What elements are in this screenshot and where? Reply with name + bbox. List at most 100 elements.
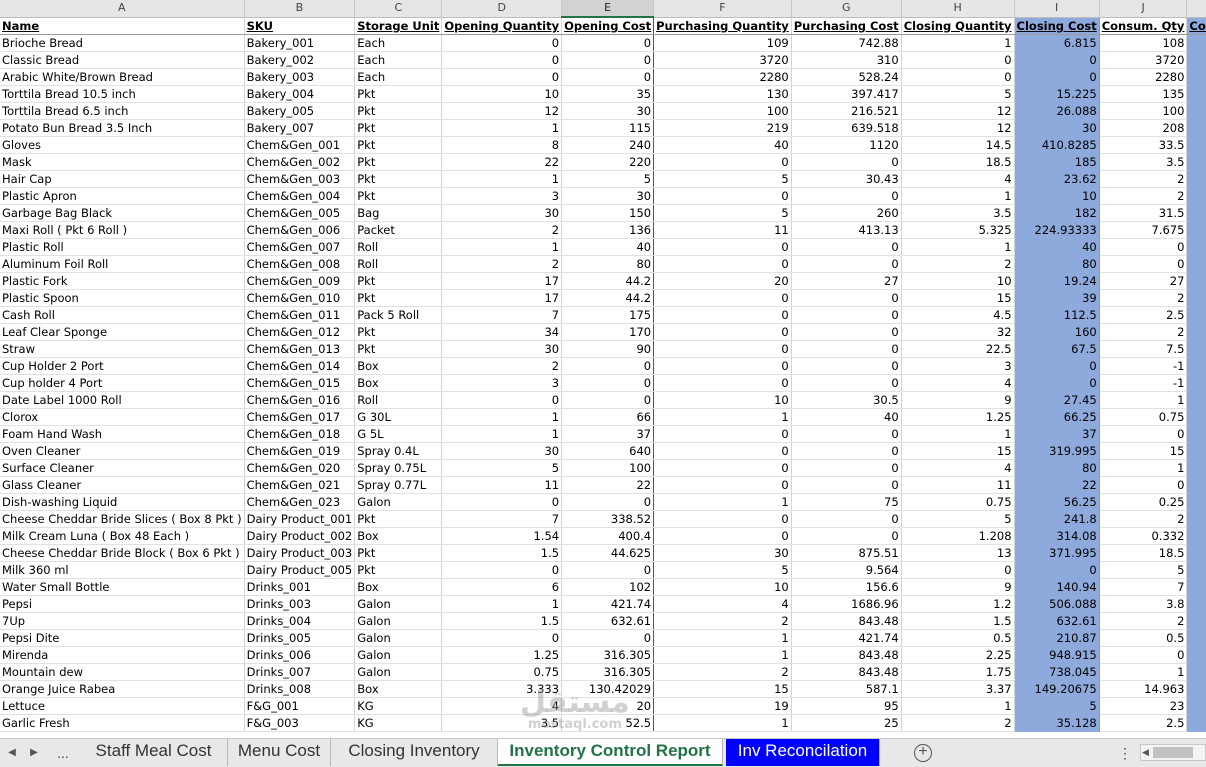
cell[interactable]: 1.2 — [901, 595, 1015, 613]
cell[interactable]: 40 — [561, 238, 655, 256]
cell[interactable]: 1.5 — [901, 612, 1015, 630]
cell[interactable]: 3720 — [1099, 51, 1188, 69]
cell[interactable]: 3.05 — [1186, 391, 1206, 409]
cell[interactable]: Chem&Gen_009 — [244, 272, 356, 290]
header-cell[interactable]: Opening Cost — [561, 17, 655, 35]
cell[interactable]: 1 — [1099, 391, 1188, 409]
cell[interactable]: Milk Cream Luna ( Box 48 Each ) — [0, 527, 245, 545]
cell[interactable]: 0 — [653, 187, 792, 205]
cell[interactable]: 0 — [653, 357, 792, 375]
cell[interactable]: 56.25 — [1014, 493, 1100, 511]
cell[interactable]: Mountain dew — [0, 663, 245, 681]
cell[interactable]: Dish-washing Liquid — [0, 493, 245, 511]
cell[interactable]: 20 — [653, 272, 792, 290]
cell[interactable]: Bakery_003 — [244, 68, 356, 86]
cell[interactable]: 1 — [441, 119, 563, 137]
cell[interactable]: Chem&Gen_010 — [244, 289, 356, 307]
scroll-left-icon[interactable]: ◀ — [2, 739, 22, 767]
cell[interactable]: Plastic Roll — [0, 238, 245, 256]
cell[interactable]: F&G_001 — [244, 697, 356, 715]
cell[interactable]: 1.5 — [441, 612, 563, 630]
cell[interactable]: 5.325 — [901, 221, 1015, 239]
cell[interactable]: 0.75 — [441, 663, 563, 681]
cell[interactable]: 397.417 — [791, 85, 902, 103]
cell[interactable]: Spray 0.77L — [354, 476, 443, 494]
cell[interactable]: 4 — [901, 459, 1015, 477]
tab-inventory-control-report[interactable]: Inventory Control Report — [498, 739, 723, 766]
cell[interactable]: Chem&Gen_006 — [244, 221, 356, 239]
cell[interactable]: 0 — [791, 357, 902, 375]
cell[interactable]: Torttila Bread 10.5 inch — [0, 85, 245, 103]
cell[interactable]: KG — [354, 714, 443, 732]
cell[interactable]: 20 — [561, 697, 655, 715]
cell[interactable]: 30.43 — [791, 170, 902, 188]
cell[interactable]: 2 — [901, 255, 1015, 273]
cell[interactable]: 2 — [1099, 187, 1188, 205]
cell[interactable]: 528.24 — [1186, 68, 1206, 86]
cell[interactable]: Bakery_005 — [244, 102, 356, 120]
cell[interactable]: 0 — [561, 391, 655, 409]
cell[interactable]: 220.433 — [1186, 102, 1206, 120]
cell[interactable]: 66.25 — [1014, 408, 1100, 426]
cell[interactable]: Chem&Gen_004 — [244, 187, 356, 205]
cell[interactable]: -1 — [1099, 357, 1188, 375]
cell[interactable]: 1.208 — [901, 527, 1015, 545]
column-header-b[interactable]: B — [244, 0, 356, 18]
cell[interactable]: 5 — [653, 561, 792, 579]
cell[interactable]: 3 — [901, 357, 1015, 375]
cell[interactable]: Galon — [354, 629, 443, 647]
cell[interactable]: 0 — [791, 255, 902, 273]
cell[interactable]: 0 — [561, 68, 655, 86]
cell[interactable]: 0 — [1099, 476, 1188, 494]
cell[interactable]: 31.5 — [1099, 204, 1188, 222]
cell[interactable]: 0 — [791, 510, 902, 528]
cell[interactable]: Cup holder 4 Port — [0, 374, 245, 392]
cell[interactable]: 35 — [1186, 153, 1206, 171]
cell[interactable]: 22.5 — [1186, 340, 1206, 358]
plus-circle-icon[interactable]: + — [914, 744, 932, 762]
cell[interactable]: Foam Hand Wash — [0, 425, 245, 443]
cell[interactable]: 0 — [561, 374, 655, 392]
cell[interactable]: 15 — [1099, 442, 1188, 460]
cell[interactable]: 5 — [1099, 561, 1188, 579]
cell[interactable]: 0.75 — [1099, 408, 1188, 426]
cell[interactable]: 0 — [791, 238, 902, 256]
cell[interactable]: 30 — [561, 187, 655, 205]
cell[interactable]: 219 — [653, 119, 792, 137]
cell[interactable]: Lettuce — [0, 697, 245, 715]
cell[interactable]: 3 — [441, 374, 563, 392]
cell[interactable]: 135 — [1099, 85, 1188, 103]
cell[interactable]: 2280 — [653, 68, 792, 86]
cell[interactable]: 421.74 — [561, 595, 655, 613]
cell[interactable]: Packet — [354, 221, 443, 239]
cell[interactable]: 26.088 — [1014, 102, 1100, 120]
cell[interactable]: 0 — [653, 340, 792, 358]
cell[interactable]: 12 — [901, 102, 1015, 120]
cell[interactable]: Box — [354, 374, 443, 392]
cell[interactable]: 410.8285 — [1014, 136, 1100, 154]
cell[interactable]: 0 — [441, 68, 563, 86]
cell[interactable]: Bag — [354, 204, 443, 222]
cell[interactable]: 0.5 — [1099, 629, 1188, 647]
cell[interactable]: Each — [354, 51, 443, 69]
cell[interactable]: 0 — [561, 561, 655, 579]
cell[interactable]: 1 — [653, 408, 792, 426]
cell[interactable]: 0 — [441, 493, 563, 511]
cell[interactable]: 15 — [901, 289, 1015, 307]
cell[interactable]: 37 — [561, 425, 655, 443]
cell[interactable]: 0 — [1186, 476, 1206, 494]
cell[interactable]: 5.2 — [1186, 289, 1206, 307]
cell[interactable]: 632.61 — [561, 612, 655, 630]
cell[interactable]: 640 — [561, 442, 655, 460]
header-cell[interactable]: Purchasing Cost — [791, 17, 902, 35]
cell[interactable]: 102 — [561, 578, 655, 596]
tab-closing-inventory[interactable]: Closing Inventory — [331, 739, 498, 766]
cell[interactable]: 0 — [1186, 238, 1206, 256]
cell[interactable]: 0.332 — [1099, 527, 1188, 545]
cell[interactable]: Plastic Spoon — [0, 289, 245, 307]
cell[interactable]: 0 — [1186, 255, 1206, 273]
cell[interactable]: Cheese Cheddar Bride Block ( Box 6 Pkt ) — [0, 544, 245, 562]
cell[interactable]: G 5L — [354, 425, 443, 443]
header-cell[interactable]: Storage Unit — [354, 17, 443, 35]
cell[interactable]: 23 — [1099, 697, 1188, 715]
